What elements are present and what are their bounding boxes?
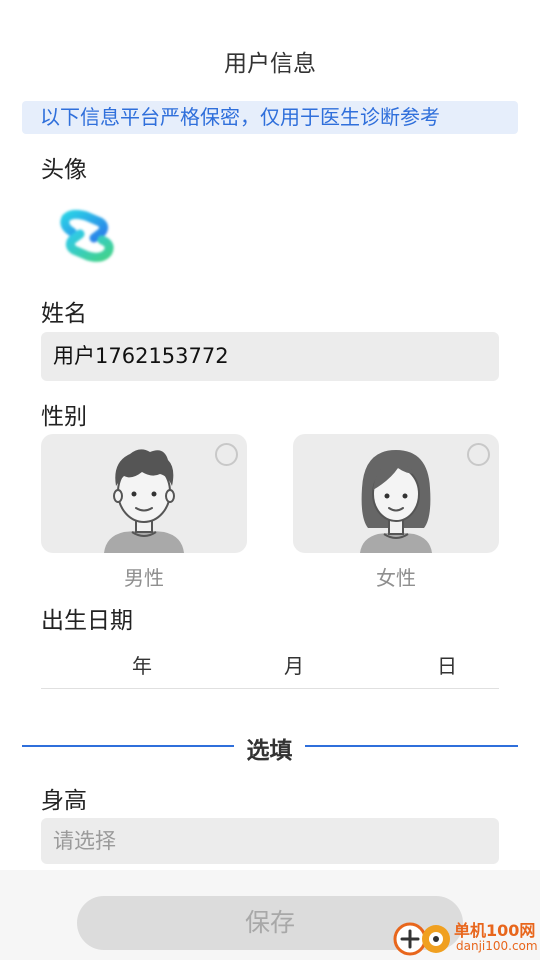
gender-male-radio[interactable]	[215, 443, 238, 466]
optional-section-title: 选填	[246, 738, 293, 764]
watermark-logo-icon	[393, 922, 450, 956]
avatar-label: 头像	[41, 157, 87, 183]
birth-date-label: 出生日期	[41, 608, 133, 634]
birth-month-field[interactable]: 月	[284, 650, 304, 679]
avatar[interactable]	[52, 204, 122, 268]
page-title: 用户信息	[224, 51, 316, 77]
watermark-text-cn: 单机100网	[454, 921, 536, 940]
birth-year-field[interactable]: 年	[132, 650, 152, 679]
male-avatar-icon	[104, 449, 184, 553]
user-info-page: 用户信息 以下信息平台严格保密，仅用于医生诊断参考 头像 姓名 用户176215…	[0, 0, 540, 960]
name-label: 姓名	[41, 301, 87, 327]
gender-option-female[interactable]	[293, 434, 499, 553]
height-label: 身高	[41, 788, 87, 814]
watermark: 单机100网 danji100.com	[390, 915, 540, 960]
gender-label: 性别	[41, 404, 87, 430]
gender-option-male[interactable]	[41, 434, 247, 553]
birth-date-picker[interactable]: 年 月 日	[41, 640, 499, 689]
name-input[interactable]: 用户1762153772	[41, 332, 499, 381]
gender-female-radio[interactable]	[467, 443, 490, 466]
gender-male-label: 男性	[124, 566, 164, 590]
optional-divider-right	[305, 745, 518, 747]
gender-female-label: 女性	[376, 566, 416, 590]
watermark-text-en: danji100.com	[456, 939, 538, 953]
app-logo-icon	[60, 209, 114, 262]
birth-day-field[interactable]: 日	[437, 650, 457, 679]
optional-divider-left	[22, 745, 234, 747]
privacy-notice: 以下信息平台严格保密，仅用于医生诊断参考	[22, 101, 518, 134]
female-avatar-icon	[360, 450, 432, 553]
height-select[interactable]: 请选择	[41, 818, 499, 864]
